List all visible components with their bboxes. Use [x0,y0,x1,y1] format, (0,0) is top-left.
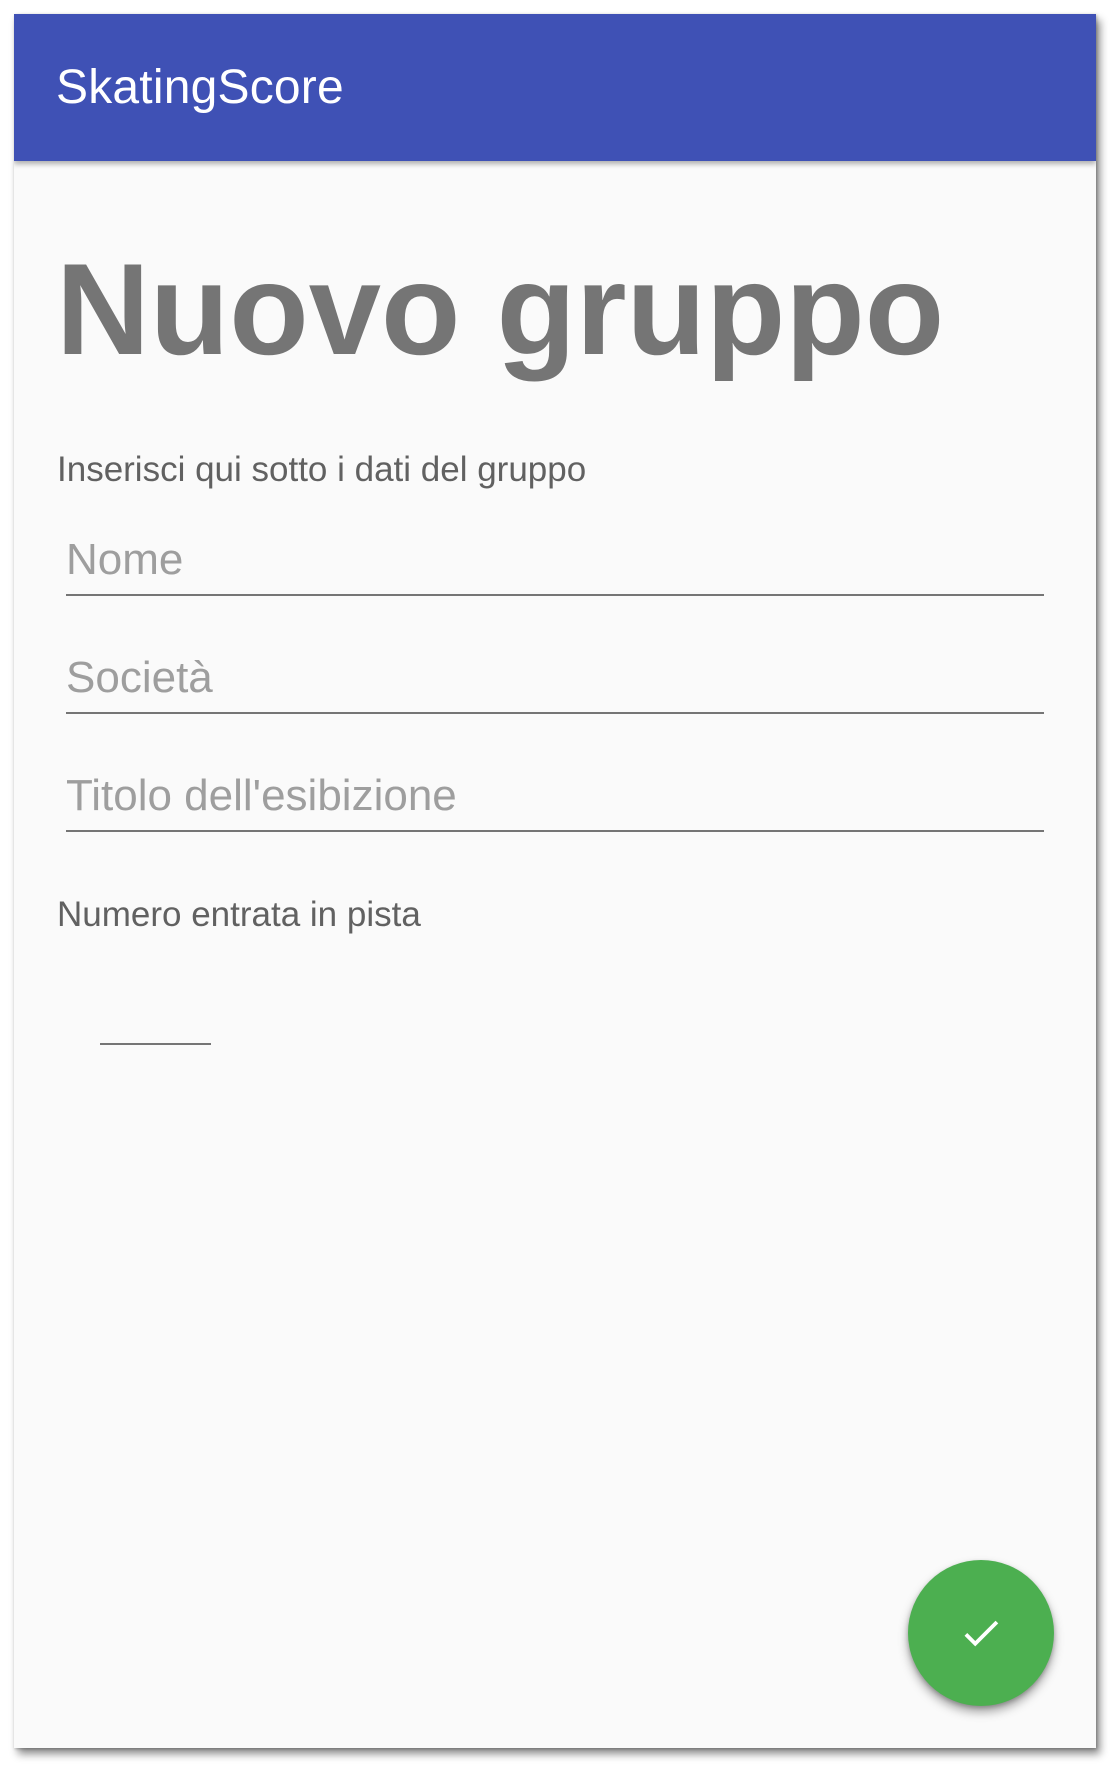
titolo-esibizione-input[interactable] [66,766,1044,832]
check-icon [958,1610,1004,1656]
confirm-fab-button[interactable] [908,1560,1054,1706]
app-title: SkatingScore [56,61,344,114]
page-title: Nuovo gruppo [56,236,945,382]
phone-screen: SkatingScore Nuovo gruppo Inserisci qui … [14,14,1096,1748]
app-bar: SkatingScore [14,14,1096,161]
numero-entrata-label: Numero entrata in pista [57,895,421,934]
societa-input[interactable] [66,648,1044,714]
form-instructions: Inserisci qui sotto i dati del gruppo [57,450,587,489]
nome-input[interactable] [66,530,1044,596]
numero-entrata-input[interactable] [100,993,211,1045]
form-content: Nuovo gruppo Inserisci qui sotto i dati … [14,161,1096,1748]
